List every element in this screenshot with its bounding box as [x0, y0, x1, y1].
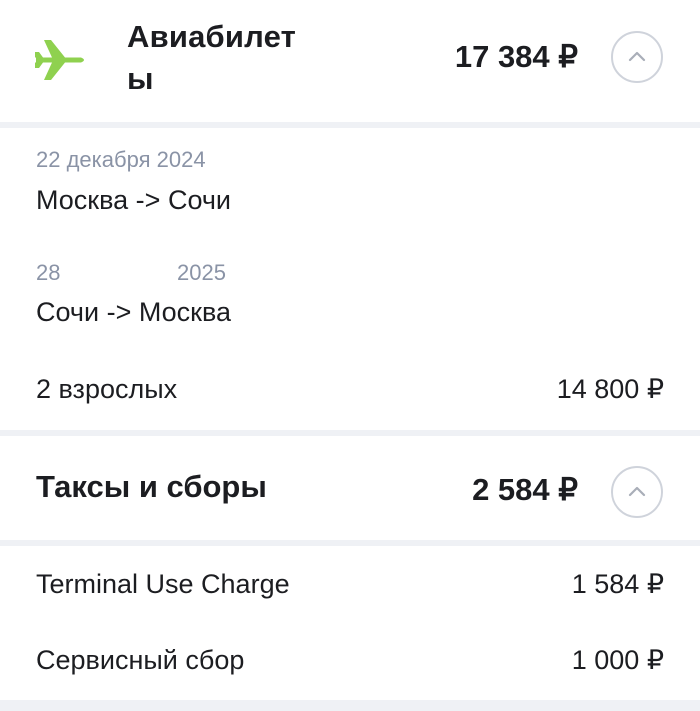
tax-item-price: 1 584 ₽ [571, 569, 664, 599]
segment-date-day: 28 [36, 260, 61, 285]
taxes-details: Terminal Use Charge 1 584 ₽ Сервисный сб… [0, 546, 700, 700]
passengers-label: 2 взрослых [36, 374, 178, 404]
tax-item-price: 1 000 ₽ [571, 645, 664, 675]
tax-item-label: Terminal Use Charge [36, 569, 290, 599]
flights-details: 22 декабря 2024 Москва -> Сочи 28 2025 Со… [0, 128, 700, 430]
chevron-up-icon [628, 486, 646, 497]
taxes-total-price: 2 584 ₽ [472, 472, 578, 507]
airplane-icon [35, 40, 84, 80]
flights-collapse-button[interactable] [611, 31, 663, 83]
tax-item-label: Сервисный сбор [36, 645, 245, 675]
segment-date-year: 2025 [177, 260, 226, 285]
taxes-title: Таксы и сборы [36, 469, 267, 504]
flights-total-price: 17 384 ₽ [454, 39, 578, 74]
segment-route: Москва -> Сочи [36, 185, 232, 215]
chevron-up-icon [628, 51, 646, 62]
taxes-section-header[interactable]: Таксы и сборы 2 584 ₽ [0, 436, 700, 540]
price-breakdown: Авиабилеты 17 384 ₽ 22 декабря 2024 Моск… [0, 0, 700, 711]
segment-date: 28 2025 [36, 259, 226, 287]
passengers-price: 14 800 ₽ [556, 374, 664, 404]
segment-route: Сочи -> Москва [36, 297, 232, 327]
segment-date: 22 декабря 2024 [36, 147, 206, 172]
flights-title: Авиабилеты [127, 19, 297, 96]
taxes-collapse-button[interactable] [611, 466, 663, 518]
flights-section-header[interactable]: Авиабилеты 17 384 ₽ [0, 0, 700, 122]
